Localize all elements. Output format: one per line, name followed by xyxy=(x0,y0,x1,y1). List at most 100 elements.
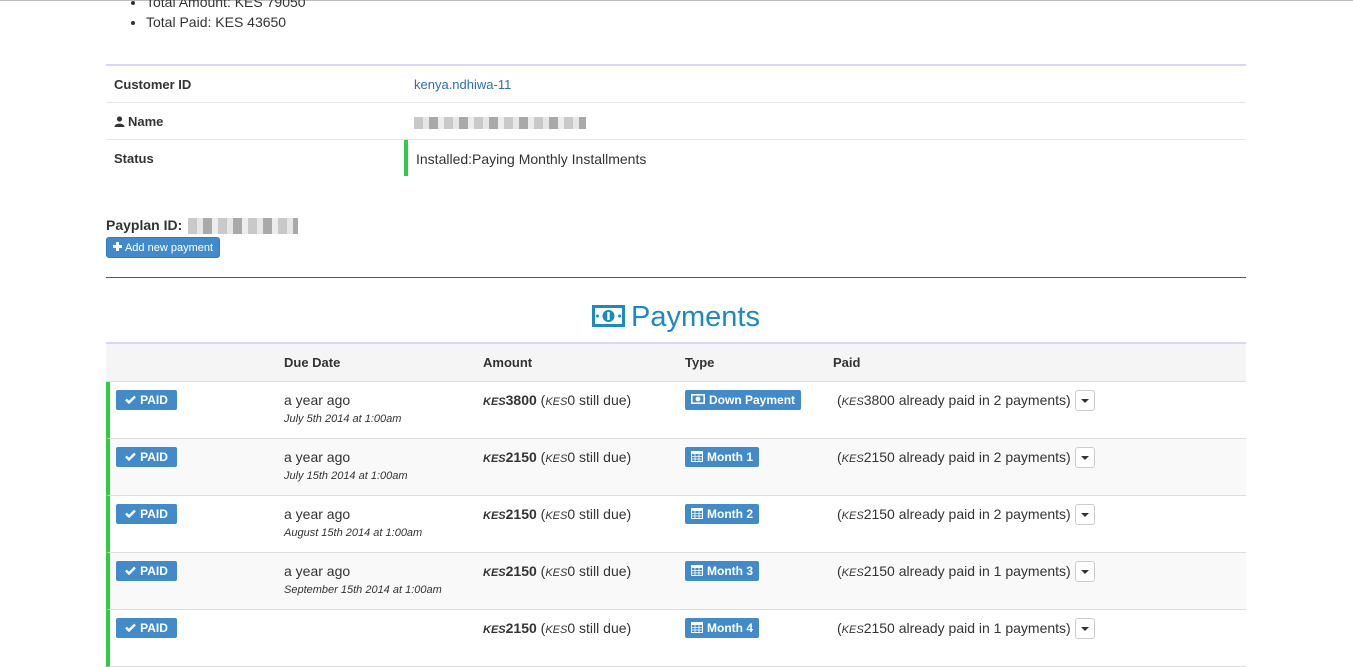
payment-details-dropdown-button[interactable] xyxy=(1075,618,1095,639)
caret-down-icon xyxy=(1081,455,1089,460)
paid-cell: (KES2150 already paid in 2 payments) xyxy=(837,449,1071,465)
currency-label: KES xyxy=(841,396,864,408)
amount-value: 2150 xyxy=(505,506,537,522)
amount-cell: KES2150 (KES0 still due) xyxy=(483,449,632,465)
paid-cell: (KES3800 already paid in 2 payments) xyxy=(837,392,1071,408)
redacted-name xyxy=(414,116,586,129)
amount-cell: KES2150 (KES0 still due) xyxy=(483,620,632,636)
table-row: PAID a year ago September 15th 2014 at 1:0… xyxy=(106,553,1246,610)
payment-type-badge: Month 4 xyxy=(685,618,759,638)
paid-amount: 3800 xyxy=(863,392,895,408)
table-row: PAID KES2150 (KES0 still due) Month 4 (KES2… xyxy=(106,610,1246,667)
table-row: PAID a year ago July 5th 2014 at 1:00am KES… xyxy=(106,382,1246,439)
due-absolute: July 5th 2014 at 1:00am xyxy=(284,413,402,425)
payment-type-badge: Month 2 xyxy=(685,504,759,524)
due-relative: a year ago xyxy=(284,506,351,522)
amount-cell: KES2150 (KES0 still due) xyxy=(483,506,632,522)
name-label-wrap: Name xyxy=(114,114,163,130)
caret-down-icon xyxy=(1081,512,1089,517)
due-suffix: still due) xyxy=(579,506,632,522)
currency-label: KES xyxy=(841,567,864,579)
amount-value: 3800 xyxy=(505,392,537,408)
payments-table-body: PAID a year ago July 5th 2014 at 1:00am KES… xyxy=(106,382,1246,667)
calendar-icon xyxy=(691,507,703,522)
paid-status-label: PAID xyxy=(140,393,168,407)
due-relative: a year ago xyxy=(284,563,351,579)
paid-status-badge: PAID xyxy=(116,390,177,410)
currency-label: KES xyxy=(545,624,568,636)
paid-status-badge: PAID xyxy=(116,504,177,524)
check-icon xyxy=(125,393,136,407)
header-paid: Paid xyxy=(833,355,861,370)
paid-amount: 2150 xyxy=(863,449,895,465)
payment-details-dropdown-button[interactable] xyxy=(1075,561,1095,582)
amount-cell: KES3800 (KES0 still due) xyxy=(483,392,632,408)
due-date-cell: a year ago July 5th 2014 at 1:00am xyxy=(284,392,401,425)
money-icon xyxy=(592,304,626,330)
add-new-payment-label: Add new payment xyxy=(124,241,214,254)
paid-status-label: PAID xyxy=(140,450,168,464)
currency-label: KES xyxy=(841,624,864,636)
calendar-icon xyxy=(691,564,703,579)
payment-type-label: Month 4 xyxy=(707,621,753,635)
currency-label: KES xyxy=(483,396,506,408)
currency-label: KES xyxy=(841,453,864,465)
payment-type-badge: Month 3 xyxy=(685,561,759,581)
header-type: Type xyxy=(685,355,715,370)
paid-cell: (KES2150 already paid in 1 payments) xyxy=(837,563,1071,579)
paid-amount: 2150 xyxy=(863,620,895,636)
amount-value: 2150 xyxy=(505,620,537,636)
payment-details-dropdown-button[interactable] xyxy=(1075,504,1095,525)
caret-down-icon xyxy=(1081,398,1089,403)
payment-type-label: Month 3 xyxy=(707,564,753,578)
money-icon xyxy=(691,393,705,407)
caret-down-icon xyxy=(1081,626,1089,631)
currency-label: KES xyxy=(483,624,506,636)
paid-status-badge: PAID xyxy=(116,618,177,638)
due-absolute: August 15th 2014 at 1:00am xyxy=(284,527,423,539)
customer-info-table: Customer ID kenya.ndhiwa-11 Name Status … xyxy=(106,64,1246,176)
amount-value: 2150 xyxy=(505,449,537,465)
status-value: Installed:Paying Monthly Installments xyxy=(416,151,647,167)
currency-label: KES xyxy=(545,510,568,522)
payment-type-badge: Down Payment xyxy=(685,390,802,410)
payment-details-dropdown-button[interactable] xyxy=(1075,447,1095,468)
currency-label: KES xyxy=(483,453,506,465)
payment-type-label: Month 2 xyxy=(707,507,753,521)
due-remaining: 0 xyxy=(567,449,576,465)
due-date-cell: a year ago September 15th 2014 at 1:00am xyxy=(284,563,442,596)
customer-id-link[interactable]: kenya.ndhiwa-11 xyxy=(414,77,511,92)
due-absolute: July 15th 2014 at 1:00am xyxy=(284,470,408,482)
header-due-date: Due Date xyxy=(284,355,341,370)
currency-label: KES xyxy=(483,567,506,579)
customer-name-value xyxy=(414,114,586,129)
paid-suffix: already paid in 1 payments) xyxy=(898,620,1071,636)
amount-cell: KES2150 (KES0 still due) xyxy=(483,563,632,579)
paid-suffix: already paid in 1 payments) xyxy=(898,563,1071,579)
payplan-id: Payplan ID: xyxy=(106,217,299,234)
paid-amount: 2150 xyxy=(863,506,895,522)
paid-status-badge: PAID xyxy=(116,447,177,467)
customer-name-row: Name xyxy=(106,103,1246,140)
due-suffix: still due) xyxy=(579,392,632,408)
check-icon xyxy=(125,564,136,578)
payment-details-dropdown-button[interactable] xyxy=(1075,390,1095,411)
due-suffix: still due) xyxy=(579,620,632,636)
due-date-cell: a year ago August 15th 2014 at 1:00am xyxy=(284,506,422,539)
paid-suffix: already paid in 2 payments) xyxy=(898,392,1071,408)
total-amount: Total Amount: KES 79050 xyxy=(146,0,306,12)
paid-status-label: PAID xyxy=(140,621,168,635)
paid-suffix: already paid in 2 payments) xyxy=(898,506,1071,522)
section-divider xyxy=(106,277,1246,278)
due-date-cell: a year ago July 15th 2014 at 1:00am xyxy=(284,449,408,482)
due-remaining: 0 xyxy=(567,563,576,579)
payment-type-label: Month 1 xyxy=(707,450,753,464)
add-new-payment-button[interactable]: Add new payment xyxy=(106,237,220,258)
customer-id-row: Customer ID kenya.ndhiwa-11 xyxy=(106,66,1246,103)
amount-value: 2150 xyxy=(505,563,537,579)
customer-id-value: kenya.ndhiwa-11 xyxy=(414,77,511,92)
customer-status-row: Status Installed:Paying Monthly Installm… xyxy=(106,140,1246,176)
currency-label: KES xyxy=(545,567,568,579)
calendar-icon xyxy=(691,450,703,465)
currency-label: KES xyxy=(545,453,568,465)
